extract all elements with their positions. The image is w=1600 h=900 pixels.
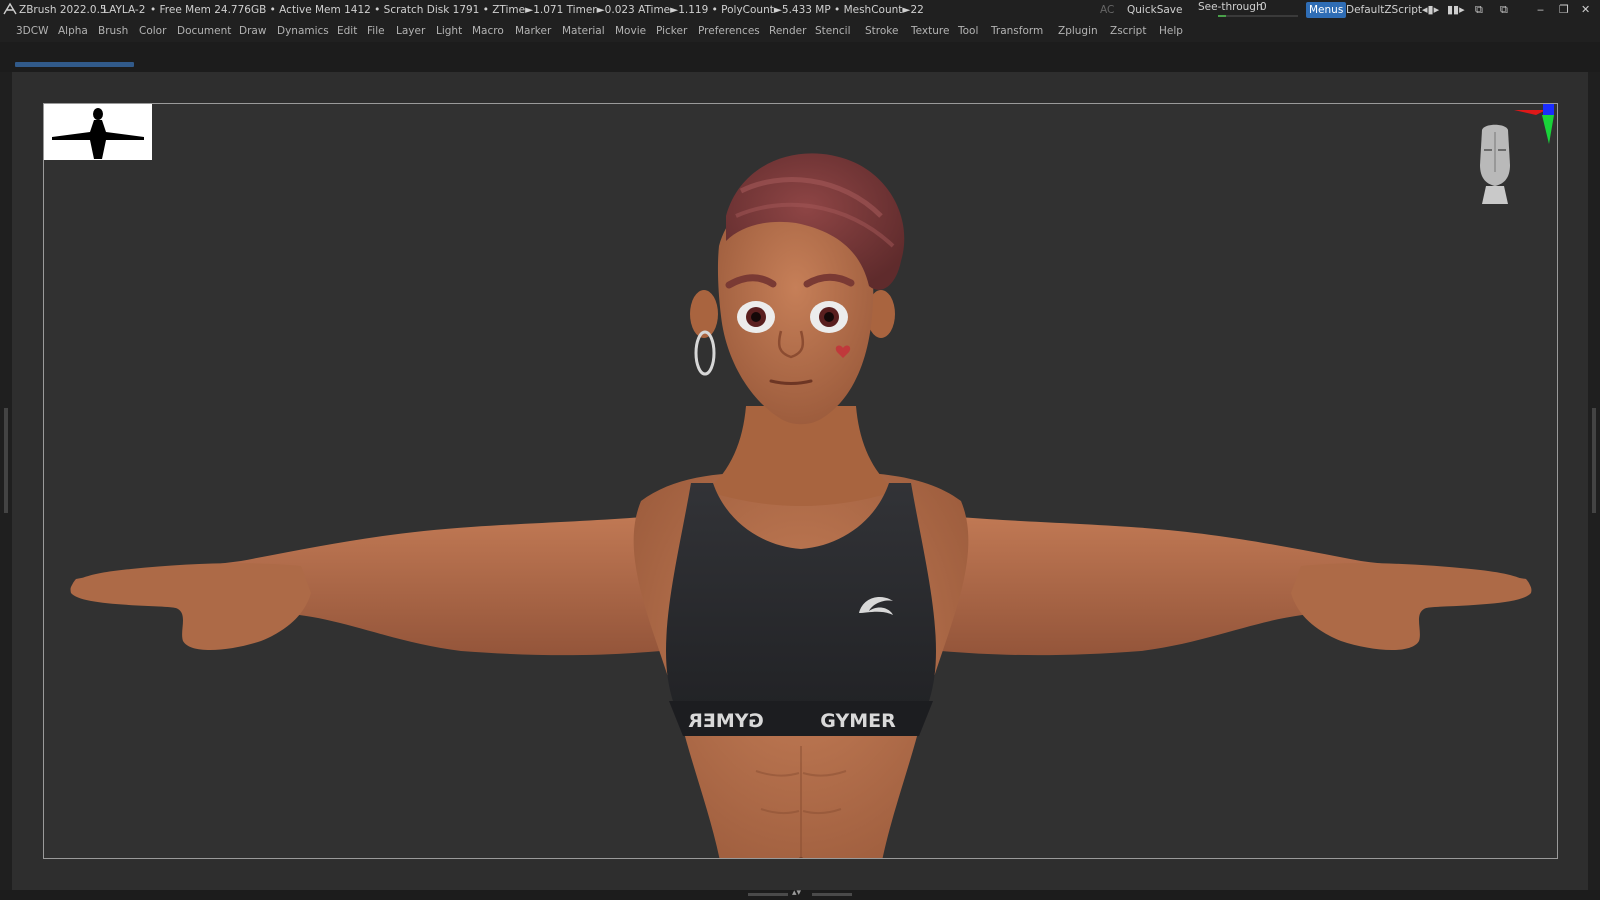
minimize-icon[interactable]: ‒ — [1537, 3, 1544, 17]
menu-3dcw[interactable]: 3DCW — [16, 20, 48, 42]
close-icon[interactable]: ✕ — [1581, 3, 1590, 17]
title-bar: ZBrush 2022.0.5 LAYLA-2 • Free Mem 24.77… — [0, 0, 1600, 20]
restore-icon[interactable]: ❐ — [1559, 3, 1569, 17]
menu-material[interactable]: Material — [562, 20, 605, 42]
silhouette-thumbnail — [44, 104, 152, 160]
memory-stats: • Free Mem 24.776GB • Active Mem 1412 • … — [150, 4, 924, 16]
left-pupil — [751, 312, 761, 322]
band-lettering-left: GYMER — [688, 710, 764, 732]
axis-gizmo-icon[interactable] — [1506, 102, 1556, 152]
ac-indicator: AC — [1100, 4, 1115, 16]
menu-draw[interactable]: Draw — [239, 20, 266, 42]
menu-texture[interactable]: Texture — [911, 20, 949, 42]
progress-track — [0, 42, 1600, 72]
seethrough-slider[interactable] — [1218, 15, 1298, 17]
menu-zplugin[interactable]: Zplugin — [1058, 20, 1098, 42]
seethrough-slider-fill — [1218, 15, 1226, 17]
band-lettering-right: GYMER — [820, 710, 896, 732]
left-hand — [70, 563, 311, 651]
bottom-grip-left[interactable] — [748, 893, 788, 896]
layout-right-icon[interactable]: ▮▮▸ — [1447, 3, 1465, 17]
progress-bar — [15, 62, 134, 67]
menu-marker[interactable]: Marker — [515, 20, 551, 42]
document-canvas[interactable]: GYMER GYMER — [43, 103, 1558, 859]
bottom-grip-right[interactable] — [812, 893, 852, 896]
menu-bar: 3DCW Alpha Brush Color Document Draw Dyn… — [0, 20, 1600, 42]
menu-picker[interactable]: Picker — [656, 20, 687, 42]
menu-stencil[interactable]: Stencil — [815, 20, 851, 42]
document-name: LAYLA-2 — [103, 4, 146, 16]
quicksave-button[interactable]: QuickSave — [1127, 0, 1182, 20]
default-zscript-button[interactable]: DefaultZScript — [1346, 0, 1422, 20]
menu-help[interactable]: Help — [1159, 20, 1183, 42]
menu-stroke[interactable]: Stroke — [865, 20, 898, 42]
menu-tool[interactable]: Tool — [958, 20, 978, 42]
menu-movie[interactable]: Movie — [615, 20, 646, 42]
menu-transform[interactable]: Transform — [991, 20, 1043, 42]
earring — [694, 330, 716, 376]
menu-file[interactable]: File — [367, 20, 385, 42]
multi-window-icon[interactable]: ⧉ — [1500, 3, 1508, 17]
menu-edit[interactable]: Edit — [337, 20, 357, 42]
menu-macro[interactable]: Macro — [472, 20, 504, 42]
character-model: GYMER GYMER — [70, 153, 1532, 858]
zbrush-logo-icon — [3, 0, 17, 20]
menu-color[interactable]: Color — [139, 20, 166, 42]
menu-brush[interactable]: Brush — [98, 20, 128, 42]
menu-preferences[interactable]: Preferences — [698, 20, 760, 42]
floating-window-icon[interactable]: ⧉ — [1475, 3, 1483, 17]
app-version: ZBrush 2022.0.5 — [19, 4, 107, 16]
right-tray-handle[interactable] — [1592, 408, 1596, 513]
menus-button[interactable]: Menus — [1306, 2, 1347, 18]
bottom-tray-toggle-icon[interactable]: ▴▾ — [792, 888, 801, 898]
menu-light[interactable]: Light — [436, 20, 462, 42]
right-hand — [1291, 563, 1532, 651]
menu-render[interactable]: Render — [769, 20, 806, 42]
layout-left-icon[interactable]: ◂▮▸ — [1422, 3, 1439, 17]
menu-dynamics[interactable]: Dynamics — [277, 20, 329, 42]
menu-zscript[interactable]: Zscript — [1110, 20, 1146, 42]
menu-alpha[interactable]: Alpha — [58, 20, 88, 42]
menu-layer[interactable]: Layer — [396, 20, 425, 42]
right-pupil — [824, 312, 834, 322]
menu-document[interactable]: Document — [177, 20, 231, 42]
left-tray-handle[interactable] — [4, 408, 8, 513]
